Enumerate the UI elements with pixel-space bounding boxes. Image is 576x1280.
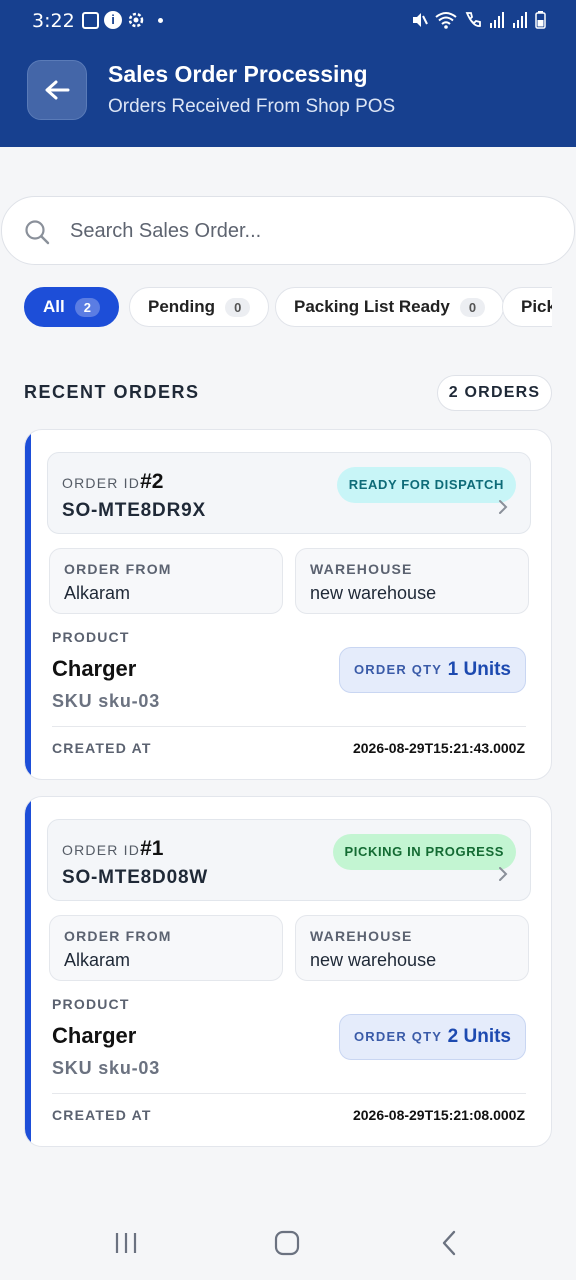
page-title: Sales Order Processing [108, 61, 368, 87]
order-code: SO-MTE8D08W [62, 867, 209, 888]
order-qty-box: ORDER QTY 1 Units [339, 647, 526, 693]
card-accent-bar [25, 797, 31, 1146]
battery-icon [535, 11, 546, 29]
warehouse-label: WAREHOUSE [310, 928, 413, 944]
signal-icon-1 [490, 12, 504, 28]
wifi-icon [435, 12, 457, 29]
status-system-icons [410, 11, 546, 29]
warehouse-value: new warehouse [310, 583, 437, 603]
back-button[interactable] [27, 60, 87, 120]
search-bar [1, 196, 575, 265]
warehouse-value: new warehouse [310, 950, 437, 970]
order-number: #2 [140, 470, 164, 493]
order-id-label: ORDER ID#2 [62, 470, 164, 493]
warehouse-box: WAREHOUSE new warehouse [295, 548, 529, 614]
order-from-box: ORDER FROM Alkaram [49, 548, 283, 614]
product-sku: SKU sku-03 [52, 691, 161, 711]
system-navigation-bar [0, 1208, 576, 1280]
product-name: Charger [52, 1023, 137, 1048]
order-from-value: Alkaram [64, 583, 131, 603]
app-header: 3:22 i Sales Order Processing Orders Rec… [0, 0, 576, 147]
filter-chip-label: Packing List Ready [294, 297, 450, 316]
search-input[interactable] [70, 215, 550, 247]
product-label: PRODUCT [52, 629, 130, 645]
created-at-label: CREATED AT [52, 740, 152, 756]
filter-chip-pending[interactable]: Pending 0 [129, 287, 270, 327]
gallery-icon [82, 11, 99, 29]
order-from-label: ORDER FROM [64, 561, 172, 577]
status-badge: PICKING IN PROGRESS [332, 834, 516, 870]
order-number: #1 [140, 837, 164, 860]
call-icon [465, 12, 481, 27]
filter-chip-label: Pick [521, 297, 552, 316]
back-nav-icon[interactable] [440, 1230, 458, 1256]
order-qty-label: ORDER QTY [354, 662, 443, 677]
product-sku: SKU sku-03 [52, 1058, 161, 1078]
status-badge: READY FOR DISPATCH [336, 467, 516, 503]
filter-chip-picking[interactable]: Pick [502, 287, 552, 327]
recent-apps-icon[interactable] [114, 1230, 138, 1256]
card-accent-bar [25, 430, 31, 779]
filter-chip-label: Pending [148, 297, 216, 316]
divider [52, 726, 526, 727]
order-qty-value: 1 Units [447, 659, 511, 680]
arrow-left-icon [45, 80, 70, 100]
search-icon [25, 220, 50, 245]
filter-chip-all[interactable]: All 2 [24, 287, 119, 327]
chevron-right-icon [499, 500, 508, 514]
settings-icon [128, 12, 144, 28]
order-qty-box: ORDER QTY 2 Units [339, 1014, 526, 1060]
section-title: RECENT ORDERS [24, 382, 200, 402]
home-icon[interactable] [274, 1230, 300, 1256]
info-icon: i [104, 11, 122, 29]
order-id-label: ORDER ID#1 [62, 837, 164, 860]
order-code: SO-MTE8DR9X [62, 500, 206, 521]
created-at-value: 2026-08-29T15:21:43.000Z [352, 740, 525, 756]
filter-count-badge: 2 [74, 297, 100, 317]
more-notifications-icon [158, 17, 163, 23]
order-card[interactable]: ORDER ID#2 SO-MTE8DR9X READY FOR DISPATC… [24, 429, 552, 780]
chevron-right-icon [499, 867, 508, 881]
order-qty-value: 2 Units [447, 1026, 511, 1047]
created-at-value: 2026-08-29T15:21:08.000Z [352, 1107, 525, 1123]
warehouse-box: WAREHOUSE new warehouse [295, 915, 529, 981]
filter-chip-label: All [43, 297, 65, 316]
divider [52, 1093, 526, 1094]
warehouse-label: WAREHOUSE [310, 561, 413, 577]
order-from-box: ORDER FROM Alkaram [49, 915, 283, 981]
page-subtitle: Orders Received From Shop POS [108, 96, 396, 117]
created-at-label: CREATED AT [52, 1107, 152, 1123]
signal-icon-2 [513, 12, 527, 28]
order-id-box[interactable]: ORDER ID#1 SO-MTE8D08W PICKING IN PROGRE… [47, 819, 531, 901]
filter-chip-packing-list-ready[interactable]: Packing List Ready 0 [275, 287, 505, 327]
order-qty-label: ORDER QTY [354, 1029, 443, 1044]
order-from-label: ORDER FROM [64, 928, 172, 944]
status-filter-bar: All 2 Pending 0 Packing List Ready 0 Pic… [24, 287, 552, 327]
order-card[interactable]: ORDER ID#1 SO-MTE8D08W PICKING IN PROGRE… [24, 796, 552, 1147]
orders-count-badge: 2 ORDERS [437, 375, 552, 411]
order-id-box[interactable]: ORDER ID#2 SO-MTE8DR9X READY FOR DISPATC… [47, 452, 531, 534]
product-label: PRODUCT [52, 996, 130, 1012]
filter-count-badge: 0 [459, 297, 486, 317]
status-time: 3:22 [32, 10, 75, 32]
order-from-value: Alkaram [64, 950, 131, 970]
product-name: Charger [52, 656, 137, 681]
status-bar: 3:22 i [0, 0, 576, 42]
filter-count-badge: 0 [225, 297, 251, 317]
status-notification-icons: i [82, 11, 163, 29]
mute-icon [413, 13, 428, 27]
